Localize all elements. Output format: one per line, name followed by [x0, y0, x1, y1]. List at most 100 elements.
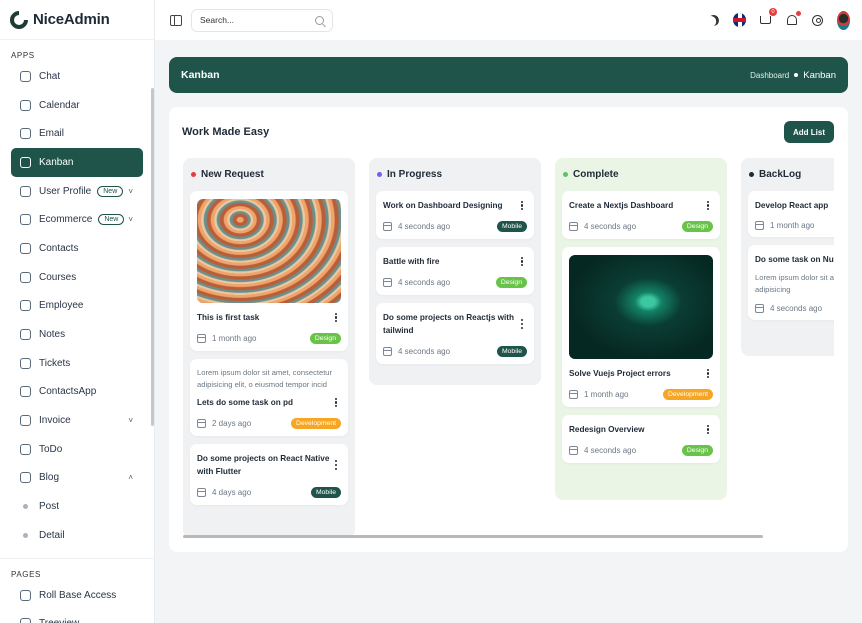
- task-card-time: 1 month ago: [584, 390, 629, 399]
- kanban-lane: Complete Create a Nextjs Dashboard 4 secon…: [555, 158, 727, 500]
- task-card-footer: 1 month ago Design: [197, 333, 341, 344]
- invoice-icon: [20, 415, 31, 427]
- sidebar-item-label: Kanban: [39, 156, 74, 168]
- chevron-down-icon[interactable]: ˅: [128, 215, 133, 224]
- sidebar-item-chat[interactable]: Chat: [11, 62, 143, 91]
- task-card[interactable]: Solve Vuejs Project errors 1 month ago Dev…: [562, 247, 720, 407]
- sidebar-item-email[interactable]: Email: [11, 119, 143, 148]
- add-list-button[interactable]: Add List: [784, 121, 834, 143]
- task-card[interactable]: Lorem ipsum dolor sit amet, consectetur …: [190, 359, 348, 436]
- calendar-icon: [197, 334, 206, 343]
- task-card[interactable]: Create a Nextjs Dashboard 4 seconds ago De…: [562, 191, 720, 239]
- lane-status-dot: [377, 172, 382, 177]
- sidebar-item-label: ContactsApp: [39, 386, 97, 398]
- sidebar-item-ecommerce[interactable]: Ecommerce New ˅: [11, 205, 143, 234]
- sidebar-item-user-profile[interactable]: User Profile New ˅: [11, 177, 143, 206]
- task-card[interactable]: Do some projects on React Native with Fl…: [190, 444, 348, 505]
- sidebar-item-treeview[interactable]: Treeview: [11, 609, 143, 623]
- courses-icon: [20, 271, 31, 283]
- sidebar-item-contacts[interactable]: Contacts: [11, 234, 143, 263]
- calendar-icon: [569, 222, 578, 231]
- sidebar-item-todo[interactable]: ToDo: [11, 435, 143, 464]
- sidebar-item-label: Email: [39, 128, 65, 140]
- task-card[interactable]: Redesign Overview 4 seconds ago Design: [562, 415, 720, 463]
- sidebar-item-calendar[interactable]: Calendar: [11, 91, 143, 120]
- sidebar-item-employee[interactable]: Employee: [11, 292, 143, 321]
- board-title: Work Made Easy: [182, 126, 270, 138]
- task-card[interactable]: Do some projects on Reactjs with tailwin…: [376, 303, 534, 364]
- sidebar-item-label: Treeview: [39, 618, 79, 623]
- task-card-time: 1 month ago: [212, 334, 257, 343]
- notifications-button[interactable]: [785, 10, 801, 27]
- notes-icon: [20, 329, 31, 341]
- sidebar-item-detail[interactable]: Detail: [11, 521, 143, 550]
- sidebar: NiceAdmin APPS Chat Calendar Email Kanban Use…: [0, 0, 155, 623]
- brand[interactable]: NiceAdmin: [0, 0, 154, 40]
- blog-icon: [20, 472, 31, 484]
- more-vertical-icon[interactable]: [517, 256, 527, 268]
- sidebar-item-label: User Profile: [39, 185, 92, 197]
- task-card[interactable]: Battle with fire 4 seconds ago Design: [376, 247, 534, 295]
- more-vertical-icon[interactable]: [517, 200, 527, 212]
- chevron-down-icon[interactable]: ˅: [128, 416, 133, 425]
- sidebar-item-notes[interactable]: Notes: [11, 320, 143, 349]
- more-vertical-icon[interactable]: [517, 318, 527, 330]
- sidebar-item-blog[interactable]: Blog ˄: [11, 464, 143, 493]
- chevron-up-icon[interactable]: ˄: [128, 473, 133, 482]
- task-card-header: Do some task on Nuxt: [755, 253, 834, 266]
- more-vertical-icon[interactable]: [703, 200, 713, 212]
- task-card-footer: 2 days ago Development: [197, 418, 341, 429]
- language-selector[interactable]: [733, 13, 746, 27]
- brand-name: NiceAdmin: [33, 11, 110, 28]
- search-box[interactable]: [191, 8, 333, 32]
- sidebar-scrollbar[interactable]: [151, 88, 154, 426]
- theme-toggle[interactable]: [707, 14, 720, 27]
- sidebar-item-roll-base-access[interactable]: Roll Base Access: [11, 581, 143, 610]
- task-card-footer: 1 month ago: [755, 221, 834, 230]
- employee-icon: [20, 300, 31, 312]
- task-card-title: Battle with fire: [383, 257, 440, 266]
- task-card-footer: 4 seconds ago: [755, 304, 834, 313]
- sidebar-section-title: PAGES: [11, 569, 41, 579]
- sidebar-item-contactsapp[interactable]: ContactsApp: [11, 378, 143, 407]
- treeview-icon: [20, 618, 31, 623]
- profile-button[interactable]: [837, 10, 850, 30]
- calendar-icon: [197, 419, 206, 428]
- task-card[interactable]: Do some task on Nuxt Lorem ipsum dolor si…: [748, 245, 834, 320]
- task-card-header: Do some projects on Reactjs with tailwin…: [383, 311, 527, 337]
- task-card-time: 4 seconds ago: [584, 222, 637, 231]
- breadcrumb: Kanban Dashboard Kanban: [169, 57, 848, 93]
- settings-button[interactable]: [811, 14, 824, 27]
- board-horizontal-scrollbar[interactable]: [183, 535, 763, 538]
- sidebar-item-courses[interactable]: Courses: [11, 263, 143, 292]
- more-vertical-icon[interactable]: [331, 397, 341, 409]
- breadcrumb-trail: Dashboard Kanban: [750, 70, 836, 81]
- calendar-icon: [383, 222, 392, 231]
- more-vertical-icon[interactable]: [703, 368, 713, 380]
- chevron-down-icon[interactable]: ˅: [128, 187, 133, 196]
- calendar-icon: [20, 99, 31, 111]
- sidebar-item-invoice[interactable]: Invoice ˅: [11, 406, 143, 435]
- breadcrumb-link-dashboard[interactable]: Dashboard: [750, 71, 789, 80]
- sidebar-item-label: Ecommerce: [39, 214, 93, 226]
- task-card[interactable]: Develop React app 1 month ago: [748, 191, 834, 237]
- task-card[interactable]: This is first task 1 month ago Design: [190, 191, 348, 351]
- search-icon[interactable]: [315, 15, 324, 25]
- more-vertical-icon[interactable]: [331, 459, 341, 471]
- sidebar-item-post[interactable]: Post: [11, 492, 143, 521]
- more-vertical-icon[interactable]: [703, 424, 713, 436]
- lane-header: BackLog: [748, 158, 834, 191]
- task-card-title: Develop React app: [755, 201, 829, 210]
- cart-button[interactable]: 0: [759, 7, 777, 27]
- task-card-header: Lets do some task on pd: [197, 396, 341, 409]
- task-tag: Design: [495, 277, 527, 288]
- sidebar-toggle-icon[interactable]: [170, 14, 182, 26]
- sidebar-item-tickets[interactable]: Tickets: [11, 349, 143, 378]
- task-card[interactable]: Work on Dashboard Designing 4 seconds ago…: [376, 191, 534, 239]
- new-badge: New: [98, 214, 125, 226]
- more-vertical-icon[interactable]: [331, 312, 341, 324]
- sidebar-item-kanban[interactable]: Kanban: [11, 148, 143, 177]
- bell-icon: [786, 15, 797, 25]
- breadcrumb-current: Kanban: [803, 69, 836, 81]
- search-input[interactable]: [200, 15, 315, 25]
